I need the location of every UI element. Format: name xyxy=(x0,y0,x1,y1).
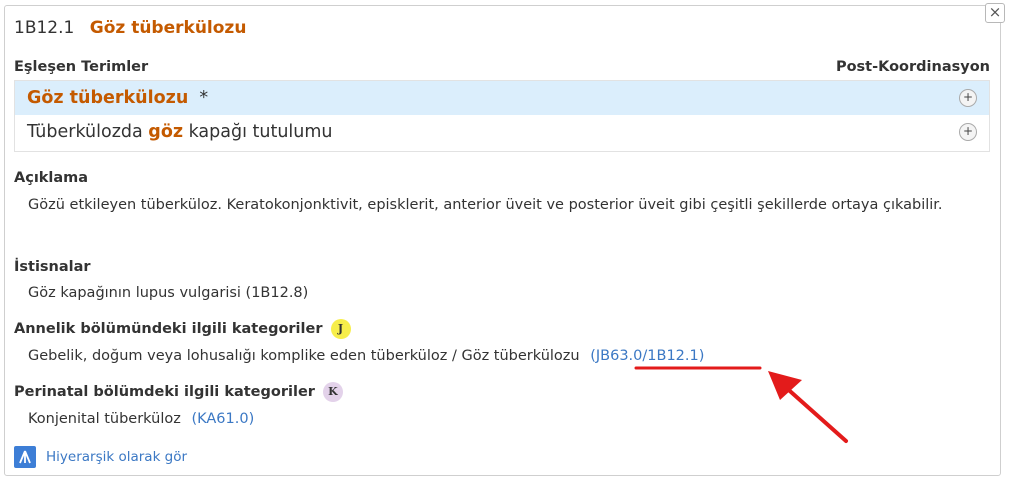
add-postcoordination-button[interactable]: + xyxy=(959,89,977,107)
perinatal-category-item: Konjenital tüberküloz (KA61.0) xyxy=(28,407,254,432)
maternal-categories-label: Annelik bölümündeki ilgili kategoriler J xyxy=(14,319,351,339)
perinatal-category-link[interactable]: (KA61.0) xyxy=(191,411,254,427)
term-highlight: Göz tüberkülozu xyxy=(27,88,189,108)
chapter-j-badge: J xyxy=(330,319,351,339)
term-suffix: kapağı tutulumu xyxy=(183,122,333,142)
category-header: 1B12.1 Göz tüberkülozu xyxy=(14,18,246,38)
perinatal-categories-label-text: Perinatal bölümdeki ilgili kategoriler xyxy=(14,384,315,400)
description-label-text: Açıklama xyxy=(14,170,89,186)
category-detail-panel xyxy=(4,5,1001,476)
matching-terms-list: Göz tüberkülozu * + Tüberkülozda göz kap… xyxy=(14,80,990,152)
term-highlight: göz xyxy=(148,122,184,142)
exclusions-label-text: İstisnalar xyxy=(14,259,91,275)
term-suffix: * xyxy=(188,88,209,108)
perinatal-category-text: Konjenital tüberküloz xyxy=(28,411,181,427)
category-code: 1B12.1 xyxy=(14,18,75,38)
add-postcoordination-button[interactable]: + xyxy=(959,123,977,141)
view-hierarchy-link[interactable]: Hiyerarşik olarak gör xyxy=(14,446,187,468)
view-hierarchy-label: Hiyerarşik olarak gör xyxy=(46,449,188,465)
description-label: Açıklama xyxy=(14,170,88,186)
perinatal-categories-label: Perinatal bölümdeki ilgili kategoriler K xyxy=(14,382,343,402)
exclusions-text: Göz kapağının lupus vulgarisi (1B12.8) xyxy=(28,285,309,301)
exclusions-label: İstisnalar xyxy=(14,259,91,275)
matching-terms-label: Eşleşen Terimler xyxy=(14,59,149,75)
matching-term-row[interactable]: Göz tüberkülozu * + xyxy=(15,81,989,115)
maternal-category-text: Gebelik, doğum veya lohusalığı komplike … xyxy=(28,348,580,364)
term-prefix: Tüberkülozda xyxy=(27,122,149,142)
maternal-category-item: Gebelik, doğum veya lohusalığı komplike … xyxy=(28,344,704,369)
category-title: Göz tüberkülozu xyxy=(89,18,247,38)
description-text: Gözü etkileyen tüberküloz. Keratokonjonk… xyxy=(28,197,943,213)
matching-terms-header: Eşleşen Terimler Post-Koordinasyon xyxy=(14,59,990,75)
post-coordination-label: Post-Koordinasyon xyxy=(835,59,990,75)
maternal-categories-label-text: Annelik bölümündeki ilgili kategoriler xyxy=(14,321,323,337)
hierarchy-icon xyxy=(14,446,36,468)
matching-term-row[interactable]: Tüberkülozda göz kapağı tutulumu + xyxy=(15,115,989,149)
chapter-k-badge: K xyxy=(322,382,343,402)
close-button[interactable]: × xyxy=(985,3,1005,23)
maternal-category-link[interactable]: (JB63.0/1B12.1) xyxy=(590,348,704,364)
